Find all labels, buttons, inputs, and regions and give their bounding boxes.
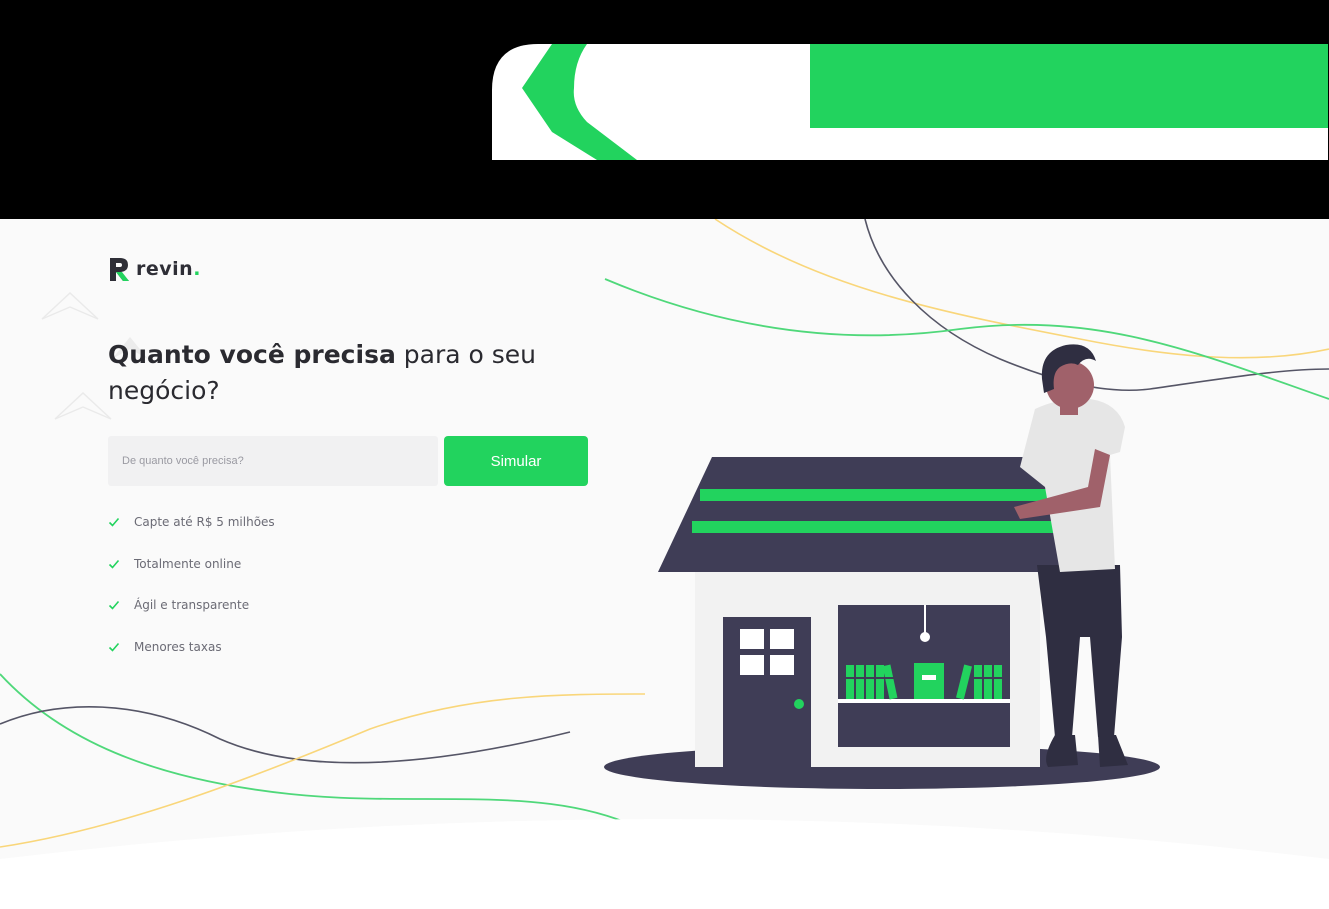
person-shoe xyxy=(1098,735,1128,767)
banner-white-shape xyxy=(604,62,804,128)
book-stripe xyxy=(972,677,1004,679)
shop-illustration xyxy=(604,344,1160,789)
shop-box xyxy=(914,663,944,699)
revin-logo[interactable]: revin. xyxy=(108,255,201,283)
door-knob xyxy=(794,699,804,709)
roof-stripe xyxy=(692,521,1060,533)
book-stripe xyxy=(846,677,894,679)
shelf xyxy=(838,699,1010,703)
landing-hero: revin. Quanto você precisa para o seu ne… xyxy=(0,219,1329,909)
lamp-bulb xyxy=(920,632,930,642)
door-window-pane xyxy=(740,655,764,675)
book xyxy=(846,665,854,699)
hero-bottom-curve xyxy=(0,819,1329,909)
book xyxy=(974,665,982,699)
amount-input[interactable] xyxy=(108,436,438,486)
feature-label: Capte até R$ 5 milhões xyxy=(134,515,275,529)
book xyxy=(856,665,864,699)
house-door xyxy=(723,617,811,767)
check-icon xyxy=(108,600,120,610)
book xyxy=(994,665,1002,699)
top-banner-graphic xyxy=(492,44,1328,160)
book xyxy=(876,665,884,699)
person-legs xyxy=(1037,565,1122,737)
check-icon xyxy=(108,517,120,527)
banner-green-bar xyxy=(810,44,1328,128)
door-window-pane xyxy=(770,655,794,675)
roof-stripe xyxy=(700,489,1052,501)
shop-box-label xyxy=(922,675,936,680)
headline-bold: Quanto você precisa xyxy=(108,340,396,369)
chevron-up-icon xyxy=(41,292,99,320)
revin-logo-icon xyxy=(110,258,129,281)
feature-label: Ágil e transparente xyxy=(134,598,250,612)
list-item: Ágil e transparente xyxy=(108,595,275,615)
door-window-pane xyxy=(770,629,794,649)
house-roof xyxy=(658,457,1070,572)
person-shoe xyxy=(1046,735,1078,767)
feature-label: Totalmente online xyxy=(134,556,242,571)
list-item: Capte até R$ 5 milhões xyxy=(108,512,275,532)
list-item: Totalmente online xyxy=(108,554,275,574)
book xyxy=(866,665,874,699)
list-item: Menores taxas xyxy=(108,637,275,657)
feature-list: Capte até R$ 5 milhões Totalmente online… xyxy=(108,512,275,678)
check-icon xyxy=(108,559,120,569)
curve-gray-left xyxy=(0,705,571,764)
logo-wordmark: revin. xyxy=(136,258,201,280)
door-window-pane xyxy=(740,629,764,649)
screenshot-stage: revin. Quanto você precisa para o seu ne… xyxy=(0,0,1329,909)
feature-label: Menores taxas xyxy=(134,639,222,654)
chevron-up-icon xyxy=(54,392,112,420)
book xyxy=(984,665,992,699)
simulate-button[interactable]: Simular xyxy=(444,436,588,486)
check-icon xyxy=(108,642,120,652)
page-title: Quanto você precisa para o seu negócio? xyxy=(108,337,568,409)
person-neck xyxy=(1060,403,1078,415)
